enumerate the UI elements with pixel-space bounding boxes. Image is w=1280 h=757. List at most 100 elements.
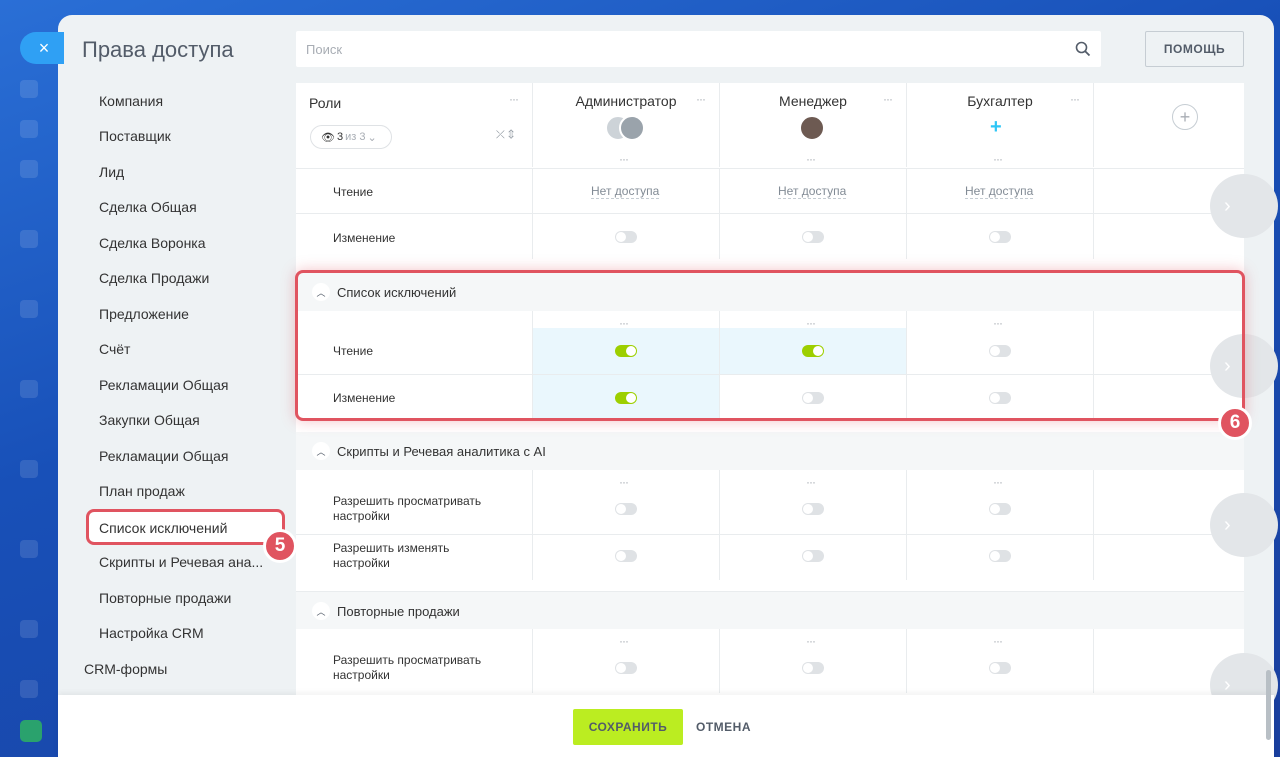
no-access-link[interactable]: Нет доступа (965, 184, 1034, 199)
sidebar-item[interactable]: План продаж (99, 483, 185, 499)
collapse-expand-icon[interactable]: ⤫ ⇕ (496, 129, 514, 142)
more-icon[interactable]: ··· (619, 476, 629, 488)
scroll-right-button[interactable]: › (1210, 334, 1278, 398)
permission-toggle[interactable] (802, 231, 824, 243)
more-icon[interactable]: ··· (806, 153, 816, 165)
more-icon[interactable]: ··· (619, 317, 629, 329)
sidebar-item[interactable]: Повторные продажи (99, 590, 231, 606)
footer-bar: СОХРАНИТЬ ОТМЕНА (58, 695, 1274, 757)
scroll-right-button[interactable]: › (1210, 493, 1278, 557)
more-icon[interactable]: ··· (1070, 93, 1080, 105)
no-access-link[interactable]: Нет доступа (591, 184, 660, 199)
chevron-up-icon[interactable]: ︿ (312, 602, 330, 620)
permission-toggle[interactable] (615, 345, 637, 357)
row-label-line: настройки (333, 509, 390, 523)
row-label: Изменение (333, 231, 396, 245)
more-icon[interactable]: ··· (993, 635, 1003, 647)
more-icon[interactable]: ··· (806, 317, 816, 329)
bg-app-icon (20, 540, 38, 558)
sidebar-item[interactable]: Лид (99, 164, 124, 180)
sidebar-item[interactable]: Рекламации Общая (99, 448, 229, 464)
chevron-right-icon: › (1224, 513, 1231, 536)
access-rights-panel: Права доступа ПОМОЩЬ Компания Поставщик … (58, 15, 1274, 757)
cancel-button[interactable]: ОТМЕНА (696, 709, 751, 745)
sidebar-item[interactable]: Предложение (99, 306, 189, 322)
eye-icon: 👁 (321, 131, 335, 144)
bg-app-icon (20, 160, 38, 178)
chevron-right-icon: › (1224, 194, 1231, 217)
permission-toggle[interactable] (615, 550, 637, 562)
more-icon[interactable]: ··· (619, 153, 629, 165)
permission-toggle[interactable] (802, 503, 824, 515)
permission-row: Изменение (296, 374, 1244, 420)
search-icon[interactable] (1075, 41, 1091, 57)
sidebar-item[interactable]: Рекламации Общая (99, 377, 229, 393)
permission-toggle[interactable] (615, 503, 637, 515)
row-label-line: настройки (333, 556, 390, 570)
sidebar-item[interactable]: Скрипты и Речевая ана... (99, 554, 263, 570)
section-title: Список исключений (337, 285, 457, 300)
permission-toggle[interactable] (802, 392, 824, 404)
section-header[interactable]: ︿ Повторные продажи (296, 591, 1244, 629)
sidebar-item[interactable]: Компания (99, 93, 163, 109)
permission-toggle[interactable] (802, 550, 824, 562)
permission-toggle[interactable] (802, 345, 824, 357)
role-name-manager: Менеджер (779, 93, 847, 109)
permission-toggle[interactable] (989, 662, 1011, 674)
permission-toggle[interactable] (989, 550, 1011, 562)
chevron-up-icon[interactable]: ︿ (312, 283, 330, 301)
row-label: Чтение (333, 185, 374, 199)
row-label: Разрешить просматривать настройки (333, 653, 481, 683)
permission-toggle[interactable] (989, 503, 1011, 515)
sidebar-item[interactable]: Настройка CRM (99, 625, 204, 641)
permission-toggle[interactable] (615, 662, 637, 674)
section-header[interactable]: ︿ Скрипты и Речевая аналитика с AI (296, 432, 1244, 470)
close-slider-button[interactable]: × (20, 32, 64, 64)
sidebar-item[interactable]: Поставщик (99, 128, 171, 144)
search-input[interactable] (306, 41, 1075, 57)
permission-toggle[interactable] (989, 392, 1011, 404)
roles-counter[interactable]: 👁 3 из 3 ⌄ (310, 125, 392, 149)
add-role-button[interactable]: + (1172, 104, 1198, 130)
chevron-up-icon[interactable]: ︿ (312, 442, 330, 460)
counter-value: 3 (336, 131, 344, 143)
more-icon[interactable]: ··· (883, 93, 893, 105)
permission-row: Разрешить просматривать настройки (296, 647, 1244, 693)
row-label-line: настройки (333, 668, 390, 682)
add-user-icon[interactable]: + (990, 116, 1002, 139)
sidebar-item[interactable]: Сделка Воронка (99, 235, 206, 251)
more-icon[interactable]: ··· (509, 93, 519, 105)
more-icon[interactable]: ··· (993, 317, 1003, 329)
permission-row: Изменение (296, 213, 1244, 259)
more-icon[interactable]: ··· (806, 476, 816, 488)
row-label-line: Разрешить просматривать (333, 494, 482, 508)
scrollbar[interactable] (1266, 670, 1271, 740)
more-icon[interactable]: ··· (619, 635, 629, 647)
permission-toggle[interactable] (802, 662, 824, 674)
no-access-link[interactable]: Нет доступа (778, 184, 847, 199)
permission-toggle[interactable] (615, 392, 637, 404)
sidebar-item[interactable]: Сделка Продажи (99, 270, 209, 286)
help-button[interactable]: ПОМОЩЬ (1145, 31, 1244, 67)
bg-app-icon (20, 230, 38, 248)
more-icon[interactable]: ··· (806, 635, 816, 647)
sidebar-item[interactable]: Счёт (99, 341, 130, 357)
sidebar-item-crm-forms[interactable]: CRM-формы (84, 661, 167, 677)
role-name-admin: Администратор (575, 93, 677, 109)
permission-toggle[interactable] (989, 345, 1011, 357)
bg-app-icon (20, 300, 38, 318)
scroll-right-button[interactable]: › (1210, 174, 1278, 238)
more-icon[interactable]: ··· (993, 153, 1003, 165)
permission-toggle[interactable] (989, 231, 1011, 243)
more-icon[interactable]: ··· (993, 476, 1003, 488)
more-icon[interactable]: ··· (696, 93, 706, 105)
permission-toggle[interactable] (615, 231, 637, 243)
save-button[interactable]: СОХРАНИТЬ (573, 709, 683, 745)
section-title: Скрипты и Речевая аналитика с AI (337, 444, 546, 459)
sidebar-item[interactable]: Сделка Общая (99, 199, 197, 215)
sidebar-item[interactable]: Закупки Общая (99, 412, 200, 428)
section-header[interactable]: ︿ Список исключений (296, 273, 1244, 311)
search-bar[interactable] (296, 31, 1101, 67)
sidebar-item-selected[interactable]: Список исключений (86, 509, 285, 545)
permission-row: Чтение Нет доступа Нет доступа Нет досту… (296, 168, 1244, 213)
